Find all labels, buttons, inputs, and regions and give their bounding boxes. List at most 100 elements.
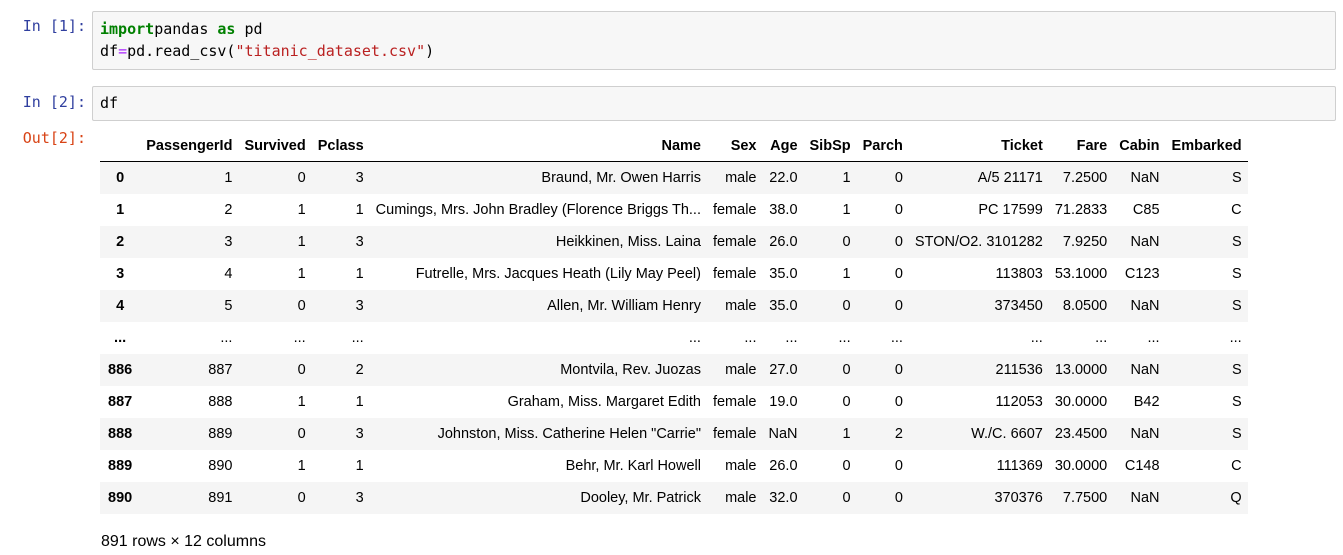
- table-cell: 889: [208, 426, 233, 442]
- code-token: ): [425, 42, 435, 60]
- table-cell: male: [725, 458, 757, 474]
- table-cell: 887: [208, 362, 233, 378]
- table-cell: Johnston, Miss. Catherine Helen "Carrie": [437, 426, 701, 442]
- table-cell: 2: [224, 202, 233, 218]
- table-cell: 0: [894, 362, 903, 378]
- table-cell: 0: [894, 298, 903, 314]
- table-cell: PC 17599: [978, 202, 1043, 218]
- table-row: 2 3 1 3 Heikkinen, Miss. Laina female 26.0 0 0 ST…: [100, 226, 1248, 258]
- table-cell: 3: [355, 490, 364, 506]
- row-index: 1: [116, 202, 125, 218]
- table-row: 886 887 0 2 Montvila, Rev. Juozas male 27.0 0 0 2…: [100, 354, 1248, 386]
- code-token: df: [100, 94, 119, 112]
- table-cell: NaN: [1130, 170, 1160, 186]
- table-cell: C148: [1124, 458, 1160, 474]
- table-cell: NaN: [768, 426, 798, 442]
- table-cell: ...: [351, 330, 364, 346]
- table-cell: S: [1231, 170, 1242, 186]
- table-cell: 1: [355, 202, 364, 218]
- table-cell: male: [725, 170, 757, 186]
- table-cell: 19.0: [769, 394, 798, 410]
- table-cell: ...: [293, 330, 306, 346]
- table-cell: STON/O2. 3101282: [914, 234, 1043, 250]
- table-cell: 1: [842, 426, 851, 442]
- table-cell: 3: [224, 234, 233, 250]
- table-cell: ...: [838, 330, 851, 346]
- table-row: 887 888 1 1 Graham, Miss. Margaret Edith fema…: [100, 386, 1248, 418]
- table-cell: 32.0: [769, 490, 798, 506]
- table-cell: ...: [688, 330, 701, 346]
- dataframe-table: PassengerId Survived Pclass Name Sex Age SibSp…: [100, 131, 1248, 514]
- table-cell: 1: [297, 394, 306, 410]
- table-cell: ...: [1147, 330, 1160, 346]
- table-cell: 26.0: [769, 234, 798, 250]
- table-cell: Behr, Mr. Karl Howell: [565, 458, 701, 474]
- table-cell: 1: [842, 202, 851, 218]
- column-header: Ticket: [908, 131, 1049, 162]
- table-cell: 0: [894, 170, 903, 186]
- code-token: pandas: [154, 20, 218, 38]
- index-header: [100, 131, 141, 162]
- table-cell: 1: [297, 266, 306, 282]
- table-cell: 890: [208, 458, 233, 474]
- table-cell: 13.0000: [1054, 362, 1108, 378]
- table-cell: NaN: [1130, 362, 1160, 378]
- cell-2-prompt: In [2]:: [22, 93, 86, 111]
- table-row: 0 1 0 3 Braund, Mr. Owen Harris male 22.0 1 0 A/5…: [100, 161, 1248, 194]
- row-index: 886: [108, 362, 133, 378]
- table-cell: ...: [744, 330, 757, 346]
- table-cell: Braund, Mr. Owen Harris: [541, 170, 701, 186]
- table-cell: 2: [894, 426, 903, 442]
- code-line: importpandas as pd: [100, 18, 1328, 40]
- table-cell: 0: [894, 266, 903, 282]
- table-cell: 2: [355, 362, 364, 378]
- table-cell: male: [725, 298, 757, 314]
- table-cell: ...: [220, 330, 233, 346]
- table-cell: Cumings, Mrs. John Bradley (Florence Bri…: [375, 202, 701, 218]
- table-cell: 53.1000: [1054, 266, 1108, 282]
- table-cell: S: [1231, 298, 1242, 314]
- table-cell: 35.0: [769, 266, 798, 282]
- row-index: ...: [114, 330, 127, 346]
- table-cell: 888: [208, 394, 233, 410]
- cell-2-output-prompt: Out[2]:: [22, 129, 86, 147]
- table-cell: 22.0: [769, 170, 798, 186]
- table-cell: 1: [297, 202, 306, 218]
- table-cell: 1: [355, 458, 364, 474]
- table-cell: S: [1231, 394, 1242, 410]
- table-cell: 0: [894, 458, 903, 474]
- table-cell: 38.0: [769, 202, 798, 218]
- table-cell: ...: [1095, 330, 1108, 346]
- table-cell: ...: [1030, 330, 1043, 346]
- table-cell: 0: [894, 202, 903, 218]
- table-cell: NaN: [1130, 490, 1160, 506]
- table-cell: NaN: [1130, 426, 1160, 442]
- column-header: Fare: [1048, 131, 1114, 162]
- table-cell: 23.4500: [1054, 426, 1108, 442]
- table-cell: S: [1231, 426, 1242, 442]
- row-index: 887: [108, 394, 133, 410]
- table-cell: Dooley, Mr. Patrick: [580, 490, 701, 506]
- table-row: 888 889 0 3 Johnston, Miss. Catherine Helen …: [100, 418, 1248, 450]
- cell-1-code-input[interactable]: importpandas as pd df=pd.read_csv("titani…: [92, 11, 1336, 70]
- table-row: 890 891 0 3 Dooley, Mr. Patrick male 32.0 0 0 370…: [100, 482, 1248, 514]
- column-header: SibSp: [803, 131, 857, 162]
- table-cell: 891: [208, 490, 233, 506]
- table-cell: 8.0500: [1062, 298, 1108, 314]
- code-line: df=pd.read_csv("titanic_dataset.csv"): [100, 40, 1328, 62]
- table-row: .......................................: [100, 322, 1248, 354]
- table-cell: S: [1231, 266, 1242, 282]
- table-cell: 112053: [995, 394, 1043, 410]
- table-cell: 0: [297, 490, 306, 506]
- table-cell: 30.0000: [1054, 394, 1108, 410]
- table-cell: 0: [297, 362, 306, 378]
- table-cell: S: [1231, 362, 1242, 378]
- code-token: "titanic_dataset.csv": [235, 42, 426, 60]
- cell-2-code-input[interactable]: df: [92, 86, 1336, 121]
- table-cell: C123: [1124, 266, 1160, 282]
- table-cell: 27.0: [769, 362, 798, 378]
- table-row: 1 2 1 1 Cumings, Mrs. John Bradley (Florence…: [100, 194, 1248, 226]
- code-line: df: [100, 92, 1328, 114]
- table-cell: 1: [297, 458, 306, 474]
- table-cell: male: [725, 490, 757, 506]
